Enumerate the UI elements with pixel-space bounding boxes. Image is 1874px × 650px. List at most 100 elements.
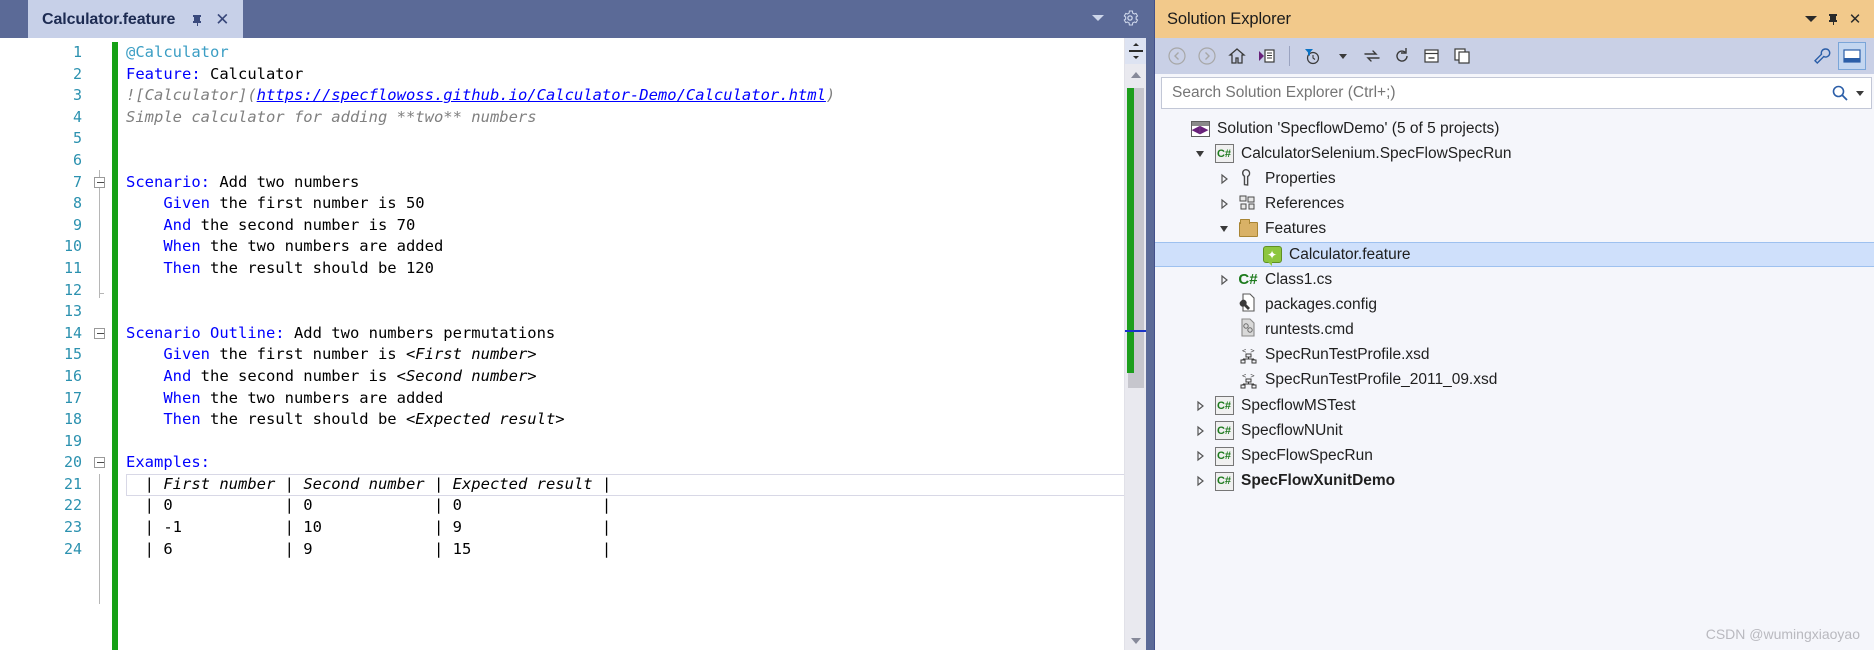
code-line[interactable]: | -1 | 10 | 9 |: [118, 517, 1124, 539]
csharp-project-icon: C#: [1214, 144, 1234, 164]
tree-item-specruntestprofile-2011-09-xsd[interactable]: < > SpecRunTestProfile_2011_09.xsd: [1155, 368, 1874, 393]
code-line[interactable]: Then the result should be <Expected resu…: [118, 409, 1124, 431]
code-line[interactable]: [118, 128, 1124, 150]
code-line[interactable]: Given the first number is <First number>: [118, 344, 1124, 366]
code-token: Add two numbers permutations: [284, 323, 556, 342]
pin-icon[interactable]: [189, 12, 205, 28]
chevron-down-icon[interactable]: [1213, 223, 1235, 235]
pane-splitter[interactable]: [1146, 0, 1154, 650]
tree-item-specflowxunitdemo[interactable]: C# SpecFlowXunitDemo: [1155, 469, 1874, 494]
tree-item-class1-cs[interactable]: C# Class1.cs: [1155, 267, 1874, 292]
sync-icon[interactable]: [1358, 42, 1386, 70]
collapse-region-icon[interactable]: [94, 176, 105, 188]
code-line[interactable]: [118, 431, 1124, 453]
back-arrow-icon[interactable]: [1163, 42, 1191, 70]
code-token: Simple calculator for adding **two** num…: [126, 107, 537, 126]
code-line[interactable]: [118, 280, 1124, 302]
refresh-icon[interactable]: [1388, 42, 1416, 70]
code-line[interactable]: And the second number is <Second number>: [118, 366, 1124, 388]
code-token: ): [825, 86, 836, 105]
tree-item-runtests-cmd[interactable]: runtests.cmd: [1155, 318, 1874, 343]
chevron-right-icon[interactable]: [1213, 173, 1235, 185]
code-line[interactable]: When the two numbers are added: [118, 388, 1124, 410]
code-link[interactable]: https://specflowoss.github.io/Calculator…: [257, 86, 826, 104]
tree-item-specflownunit[interactable]: C# SpecflowNUnit: [1155, 418, 1874, 443]
code-editor[interactable]: 1 2 3 4 5 6 7 8 9 10 11 12 13 14 15 16 17 18 19 20 21 22 23 24 …: [0, 38, 1146, 650]
sync-with-active-document-icon[interactable]: [1253, 42, 1281, 70]
home-icon[interactable]: [1223, 42, 1251, 70]
code-line[interactable]: Scenario: Add two numbers: [118, 172, 1124, 194]
tree-item-specflowspecrun[interactable]: C# SpecFlowSpecRun: [1155, 443, 1874, 468]
chevron-right-icon[interactable]: [1189, 475, 1211, 487]
code-folding-column[interactable]: [92, 38, 112, 650]
split-view-icon[interactable]: [1125, 38, 1146, 64]
tree-item-properties[interactable]: Properties: [1155, 166, 1874, 191]
tree-item-features[interactable]: Features: [1155, 217, 1874, 242]
tab-calculator-feature[interactable]: Calculator.feature ✕: [28, 0, 244, 38]
tree-item-label: Properties: [1265, 169, 1336, 187]
solution-icon-wrap: ◀▶: [1187, 120, 1213, 137]
tree-item-specruntestprofile-xsd[interactable]: < > SpecRunTestProfile.xsd: [1155, 343, 1874, 368]
search-input[interactable]: [1172, 84, 1829, 102]
show-all-files-icon[interactable]: [1448, 42, 1476, 70]
code-line[interactable]: Given the first number is 50: [118, 193, 1124, 215]
tree-item-label: packages.config: [1265, 295, 1378, 313]
close-icon[interactable]: ✕: [213, 11, 231, 29]
tree-item-calculator-feature[interactable]: ✦ Calculator.feature: [1155, 241, 1874, 268]
pin-icon[interactable]: [1822, 8, 1844, 30]
tree-item-label: Solution 'SpecflowDemo' (5 of 5 projects…: [1217, 119, 1500, 137]
chevron-right-icon[interactable]: [1213, 198, 1235, 210]
code-line[interactable]: Then the result should be 120: [118, 258, 1124, 280]
chevron-right-icon[interactable]: [1189, 425, 1211, 437]
code-line[interactable]: | First number | Second number | Expecte…: [118, 474, 1124, 496]
code-line[interactable]: ![Calculator](https://specflowoss.github…: [118, 85, 1124, 107]
code-line[interactable]: | 6 | 9 | 15 |: [118, 539, 1124, 561]
code-line[interactable]: [118, 301, 1124, 323]
tree-item-specflowmstest[interactable]: C# SpecflowMSTest: [1155, 393, 1874, 418]
code-token: Then: [163, 410, 201, 429]
code-line[interactable]: Feature: Calculator: [118, 64, 1124, 86]
code-line[interactable]: @Calculator: [118, 42, 1124, 64]
code-text-area[interactable]: @Calculator Feature: Calculator ![Calculat…: [118, 38, 1124, 650]
collapse-region-icon[interactable]: [94, 327, 105, 339]
code-line[interactable]: | 0 | 0 | 0 |: [118, 495, 1124, 517]
scroll-up-icon[interactable]: [1125, 66, 1146, 84]
chevron-down-icon[interactable]: [1800, 8, 1822, 30]
preview-selected-items-icon[interactable]: [1838, 42, 1866, 70]
line-number: 5: [72, 129, 82, 148]
collapse-region-icon[interactable]: [94, 457, 105, 469]
tree-item-calculatorselenium-specflowspecrun[interactable]: C# CalculatorSelenium.SpecFlowSpecRun: [1155, 141, 1874, 166]
properties-wrench-icon[interactable]: [1808, 42, 1836, 70]
solution-explorer-titlebar: Solution Explorer ✕: [1155, 0, 1874, 38]
chevron-right-icon[interactable]: [1189, 450, 1211, 462]
chevron-right-icon[interactable]: [1213, 274, 1235, 286]
chevron-down-icon[interactable]: [1088, 8, 1108, 28]
chevron-down-icon[interactable]: [1328, 42, 1356, 70]
search-solution-explorer[interactable]: [1161, 77, 1872, 109]
scroll-down-icon[interactable]: [1125, 632, 1146, 650]
code-line[interactable]: And the second number is 70: [118, 215, 1124, 237]
forward-arrow-icon[interactable]: [1193, 42, 1221, 70]
code-line[interactable]: Examples:: [118, 452, 1124, 474]
code-line[interactable]: Simple calculator for adding **two** num…: [118, 107, 1124, 129]
gear-icon[interactable]: [1120, 8, 1140, 28]
code-token: ![Calculator](: [126, 86, 257, 105]
chevron-down-icon[interactable]: [1189, 148, 1211, 160]
tree-item-solution-specflowdemo-5-of-5-projects[interactable]: ◀▶ Solution 'SpecflowDemo' (5 of 5 projec…: [1155, 116, 1874, 141]
search-icon[interactable]: [1829, 84, 1851, 102]
chevron-right-icon[interactable]: [1189, 400, 1211, 412]
editor-vertical-scrollbar[interactable]: [1124, 38, 1146, 650]
solution-icon: ◀▶: [1190, 120, 1210, 137]
close-icon[interactable]: ✕: [1844, 8, 1866, 30]
code-line[interactable]: When the two numbers are added: [118, 236, 1124, 258]
code-line[interactable]: [118, 150, 1124, 172]
tree-item-references[interactable]: References: [1155, 192, 1874, 217]
code-token: the first number is 50: [210, 194, 425, 213]
pending-changes-filter-icon[interactable]: [1298, 42, 1326, 70]
collapse-all-icon[interactable]: [1418, 42, 1446, 70]
code-line[interactable]: Scenario Outline: Add two numbers permut…: [118, 323, 1124, 345]
tree-item-packages-config[interactable]: packages.config: [1155, 292, 1874, 317]
chevron-down-icon[interactable]: [1851, 90, 1867, 96]
solution-tree[interactable]: ◀▶ Solution 'SpecflowDemo' (5 of 5 projec…: [1155, 112, 1874, 650]
